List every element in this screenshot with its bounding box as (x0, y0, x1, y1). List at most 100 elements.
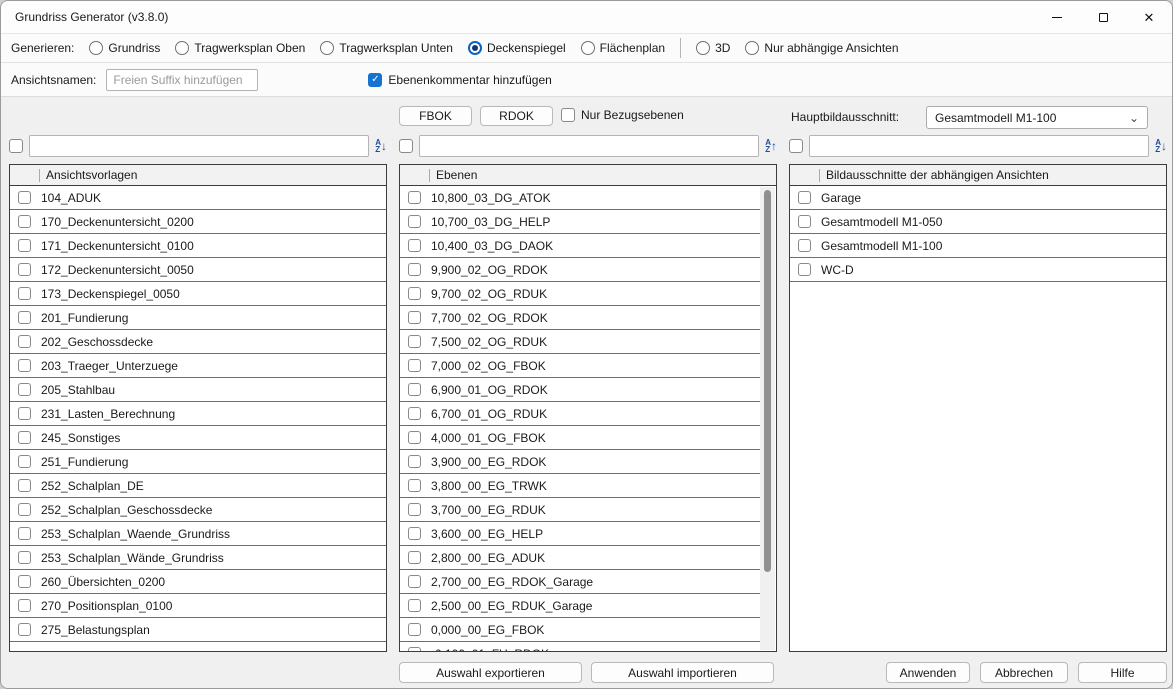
row-checkbox[interactable] (408, 479, 421, 492)
list-item[interactable]: 7,000_02_OG_FBOK (400, 354, 760, 378)
row-checkbox[interactable] (18, 599, 31, 612)
apply-button[interactable]: Anwenden (886, 662, 970, 683)
rdok-button[interactable]: RDOK (480, 106, 553, 126)
row-checkbox[interactable] (408, 359, 421, 372)
row-checkbox[interactable] (408, 455, 421, 468)
list-item[interactable]: 9,900_02_OG_RDOK (400, 258, 760, 282)
list-item[interactable]: Gesamtmodell M1-050 (790, 210, 1166, 234)
row-checkbox[interactable] (18, 551, 31, 564)
sort-az-icon[interactable]: AZ ↑ (765, 139, 777, 153)
row-checkbox[interactable] (408, 239, 421, 252)
row-checkbox[interactable] (408, 551, 421, 564)
search-input[interactable] (29, 135, 369, 157)
list-item[interactable]: 6,700_01_OG_RDUK (400, 402, 760, 426)
list-item[interactable]: 6,900_01_OG_RDOK (400, 378, 760, 402)
row-checkbox[interactable] (408, 311, 421, 324)
help-button[interactable]: Hilfe (1078, 662, 1167, 683)
row-checkbox[interactable] (18, 215, 31, 228)
nur-bezugsebenen-checkbox[interactable]: Nur Bezugsebenen (561, 108, 684, 122)
list-item[interactable]: 260_Übersichten_0200 (10, 570, 386, 594)
row-checkbox[interactable] (408, 431, 421, 444)
list-item[interactable]: 10,700_03_DG_HELP (400, 210, 760, 234)
list-item[interactable]: -0,100_01_FU_RDOK (400, 642, 760, 652)
row-checkbox[interactable] (408, 191, 421, 204)
fbok-button[interactable]: FBOK (399, 106, 472, 126)
row-checkbox[interactable] (18, 455, 31, 468)
row-checkbox[interactable] (408, 575, 421, 588)
cancel-button[interactable]: Abbrechen (980, 662, 1068, 683)
row-checkbox[interactable] (18, 503, 31, 516)
list-item[interactable]: 2,800_00_EG_ADUK (400, 546, 760, 570)
row-checkbox[interactable] (18, 407, 31, 420)
row-checkbox[interactable] (18, 479, 31, 492)
row-checkbox[interactable] (18, 191, 31, 204)
close-button[interactable]: ✕ (1126, 1, 1172, 33)
list-item[interactable]: 9,700_02_OG_RDUK (400, 282, 760, 306)
list-item[interactable]: 104_ADUK (10, 186, 386, 210)
row-checkbox[interactable] (408, 527, 421, 540)
list-item[interactable]: 201_Fundierung (10, 306, 386, 330)
main-crop-select[interactable]: Gesamtmodell M1-100 ⌄ (926, 106, 1148, 129)
row-checkbox[interactable] (18, 527, 31, 540)
row-checkbox[interactable] (408, 623, 421, 636)
radio-nur-abhängige-ansichten[interactable]: Nur abhängige Ansichten (745, 41, 898, 55)
row-checkbox[interactable] (798, 263, 811, 276)
radio-grundriss[interactable]: Grundriss (89, 41, 160, 55)
row-checkbox[interactable] (408, 383, 421, 396)
suffix-input[interactable] (106, 69, 258, 91)
list-item[interactable]: Gesamtmodell M1-100 (790, 234, 1166, 258)
list-item[interactable]: 202_Geschossdecke (10, 330, 386, 354)
list-item[interactable]: 2,700_00_EG_RDOK_Garage (400, 570, 760, 594)
list-item[interactable]: WC-D (790, 258, 1166, 282)
list-item[interactable]: 203_Traeger_Unterzuege (10, 354, 386, 378)
row-checkbox[interactable] (18, 359, 31, 372)
list-item[interactable]: 270_Positionsplan_0100 (10, 594, 386, 618)
row-checkbox[interactable] (408, 407, 421, 420)
row-checkbox[interactable] (18, 335, 31, 348)
row-checkbox[interactable] (18, 239, 31, 252)
list-item[interactable]: 2,500_00_EG_RDUK_Garage (400, 594, 760, 618)
list-item[interactable]: 245_Sonstiges (10, 426, 386, 450)
select-all-checkbox[interactable] (9, 139, 23, 153)
list-item[interactable]: 251_Fundierung (10, 450, 386, 474)
row-checkbox[interactable] (18, 431, 31, 444)
list-item[interactable]: 7,700_02_OG_RDOK (400, 306, 760, 330)
list-item[interactable]: 253_Schalplan_Waende_Grundriss (10, 522, 386, 546)
row-checkbox[interactable] (408, 647, 421, 652)
vertical-scrollbar[interactable] (760, 187, 775, 650)
list-item[interactable]: 231_Lasten_Berechnung (10, 402, 386, 426)
row-checkbox[interactable] (798, 191, 811, 204)
row-checkbox[interactable] (18, 383, 31, 396)
row-checkbox[interactable] (18, 263, 31, 276)
list-item[interactable]: 3,700_00_EG_RDUK (400, 498, 760, 522)
row-checkbox[interactable] (408, 287, 421, 300)
row-checkbox[interactable] (798, 239, 811, 252)
maximize-button[interactable] (1080, 1, 1126, 33)
list-item[interactable]: 0,000_00_EG_FBOK (400, 618, 760, 642)
export-selection-button[interactable]: Auswahl exportieren (399, 662, 582, 683)
row-checkbox[interactable] (18, 287, 31, 300)
radio-tragwerksplan-unten[interactable]: Tragwerksplan Unten (320, 41, 453, 55)
search-input[interactable] (809, 135, 1149, 157)
list-item[interactable]: 205_Stahlbau (10, 378, 386, 402)
row-checkbox[interactable] (18, 575, 31, 588)
row-checkbox[interactable] (18, 623, 31, 636)
list-item[interactable]: 4,000_01_OG_FBOK (400, 426, 760, 450)
radio-tragwerksplan-oben[interactable]: Tragwerksplan Oben (175, 41, 305, 55)
list-item[interactable]: 171_Deckenuntersicht_0100 (10, 234, 386, 258)
row-checkbox[interactable] (408, 503, 421, 516)
row-checkbox[interactable] (18, 311, 31, 324)
list-item[interactable]: 173_Deckenspiegel_0050 (10, 282, 386, 306)
radio-3d[interactable]: 3D (696, 41, 730, 55)
scrollbar-thumb[interactable] (764, 190, 771, 572)
row-checkbox[interactable] (798, 215, 811, 228)
minimize-button[interactable] (1034, 1, 1080, 33)
select-all-checkbox[interactable] (789, 139, 803, 153)
list-item[interactable]: 10,400_03_DG_DAOK (400, 234, 760, 258)
list-item[interactable]: 7,500_02_OG_RDUK (400, 330, 760, 354)
row-checkbox[interactable] (408, 599, 421, 612)
list-item[interactable]: Garage (790, 186, 1166, 210)
list-item[interactable]: 172_Deckenuntersicht_0050 (10, 258, 386, 282)
list-item[interactable]: 3,800_00_EG_TRWK (400, 474, 760, 498)
list-item[interactable]: 3,900_00_EG_RDOK (400, 450, 760, 474)
